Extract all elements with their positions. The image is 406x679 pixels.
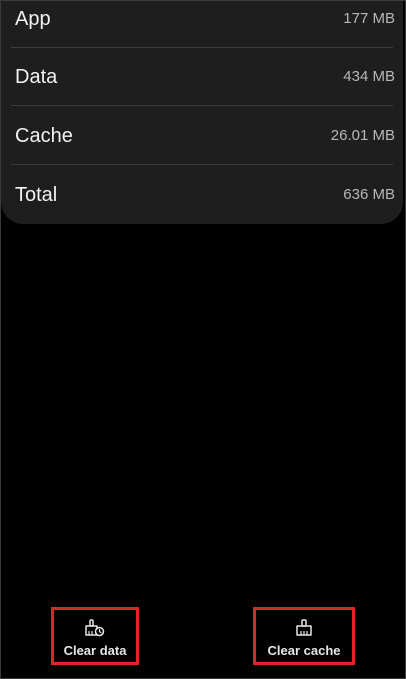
clear-data-button[interactable]: Clear data [51,607,139,665]
app-storage-screen: App 177 MB Data 434 MB Cache 26.01 MB To… [0,0,406,679]
clear-cache-icon [296,619,312,636]
storage-row-app: App 177 MB [1,0,403,48]
clear-data-label: Clear data [63,643,127,658]
clear-cache-label: Clear cache [267,643,341,658]
storage-usage-card: App 177 MB Data 434 MB Cache 26.01 MB To… [1,1,403,224]
storage-row-value: 636 MB [343,186,395,203]
row-divider [11,164,393,165]
storage-row-value: 177 MB [343,10,395,27]
storage-row-label: App [15,8,51,30]
clear-cache-button[interactable]: Clear cache [253,607,355,665]
bottom-action-bar: Clear data Clear cache [1,598,405,678]
row-divider [11,105,393,106]
storage-row-value: 26.01 MB [330,127,395,144]
storage-row-cache: Cache 26.01 MB [1,107,403,165]
clear-data-icon [85,619,105,637]
storage-row-value: 434 MB [343,68,395,85]
storage-row-label: Total [15,184,58,206]
storage-row-label: Data [15,66,58,88]
storage-row-total: Total 636 MB [1,166,403,224]
storage-row-label: Cache [15,125,73,147]
storage-row-data: Data 434 MB [1,48,403,106]
